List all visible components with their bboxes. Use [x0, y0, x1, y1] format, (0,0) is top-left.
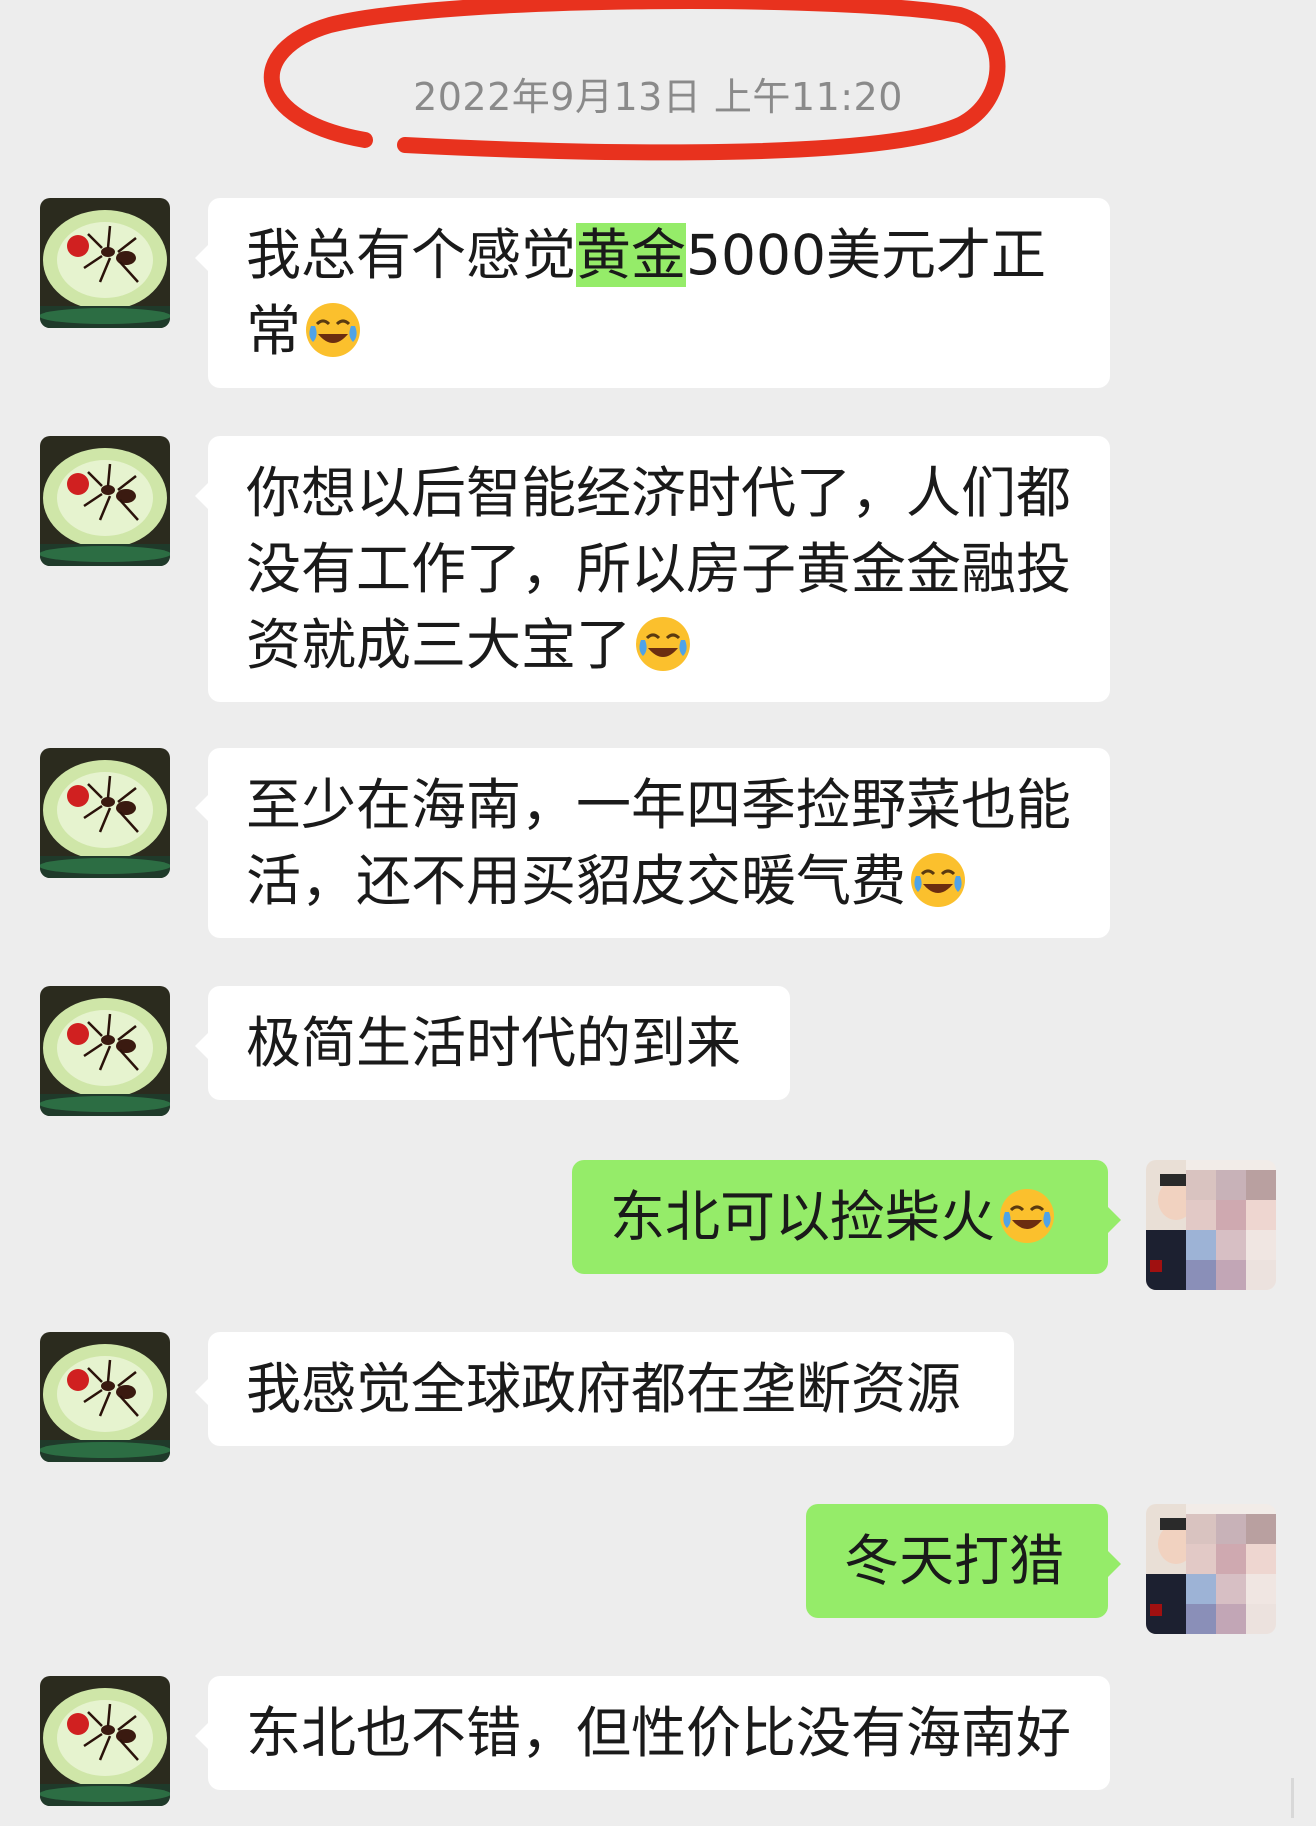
highlighted-text: 黄金 [576, 223, 687, 287]
scroll-edge-mark [1291, 1778, 1308, 1818]
message-bubble[interactable]: 东北可以捡柴火 [572, 1160, 1108, 1274]
message-bubble[interactable]: 我总有个感觉黄金5000美元才正 常 [208, 198, 1110, 388]
bubble-tail [1107, 1550, 1121, 1578]
message-bubble[interactable]: 冬天打猎 [806, 1504, 1108, 1618]
bubble-tail [1107, 1206, 1121, 1234]
ant-avatar[interactable] [40, 1676, 170, 1806]
tears-of-joy-emoji [633, 614, 693, 674]
message-text: 我感觉全球政府都在垄断资源 [246, 1357, 962, 1421]
message-text: 我总有个感觉 [246, 223, 577, 287]
chat-timestamp: 2022年9月13日 上午11:20 [413, 75, 903, 119]
bubble-tail [195, 244, 209, 272]
ant-avatar[interactable] [40, 1332, 170, 1462]
tears-of-joy-emoji [303, 300, 363, 360]
ant-avatar[interactable] [40, 748, 170, 878]
message-bubble[interactable]: 东北也不错，但性价比没有海南好 [208, 1676, 1110, 1790]
message-text: 东北也不错，但性价比没有海南好 [246, 1701, 1072, 1765]
message-bubble[interactable]: 至少在海南，一年四季捡野菜也能 活，还不用买貂皮交暖气费 [208, 748, 1110, 938]
tears-of-joy-emoji [908, 850, 968, 910]
tears-of-joy-emoji [997, 1186, 1057, 1246]
message-text: 东北可以捡柴火 [610, 1185, 996, 1249]
ant-avatar[interactable] [40, 198, 170, 328]
message-text: 冬天打猎 [844, 1529, 1065, 1593]
bubble-tail [195, 482, 209, 510]
bubble-tail [195, 794, 209, 822]
message-bubble[interactable]: 你想以后智能经济时代了，人们都 没有工作了，所以房子黄金金融投 资就成三大宝了 [208, 436, 1110, 702]
message-text: 极简生活时代的到来 [246, 1011, 742, 1075]
message-bubble[interactable]: 我感觉全球政府都在垄断资源 [208, 1332, 1014, 1446]
pixelated-avatar[interactable] [1146, 1504, 1276, 1634]
bubble-tail [195, 1378, 209, 1406]
bubble-tail [195, 1032, 209, 1060]
message-bubble[interactable]: 极简生活时代的到来 [208, 986, 790, 1100]
ant-avatar[interactable] [40, 436, 170, 566]
pixelated-avatar[interactable] [1146, 1160, 1276, 1290]
bubble-tail [195, 1722, 209, 1750]
ant-avatar[interactable] [40, 986, 170, 1116]
